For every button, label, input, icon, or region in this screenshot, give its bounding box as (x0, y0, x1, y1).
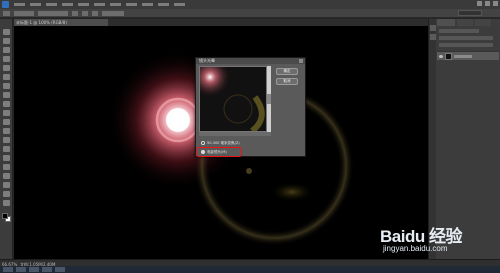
option-control[interactable] (72, 10, 78, 16)
menu-item[interactable] (174, 3, 185, 6)
blend-mode-row[interactable] (439, 36, 493, 40)
close-icon[interactable] (299, 59, 303, 63)
dodge-tool-icon[interactable] (3, 146, 10, 152)
menu-item[interactable] (142, 3, 153, 6)
menu-item[interactable] (126, 3, 137, 6)
eye-icon[interactable] (439, 54, 443, 58)
layer-thumbnail (445, 52, 452, 60)
blur-tool-icon[interactable] (3, 137, 10, 143)
move-tool-icon[interactable] (3, 29, 10, 35)
option-control[interactable] (92, 10, 98, 16)
shape-tool-icon[interactable] (3, 182, 10, 188)
cancel-button[interactable]: 取消 (276, 78, 298, 85)
taskbar-item[interactable] (29, 267, 39, 272)
options-bar (0, 9, 500, 18)
dialog-titlebar[interactable]: 镜头光晕 (196, 58, 305, 64)
zoom-tool-icon[interactable] (3, 200, 10, 206)
marquee-tool-icon[interactable] (3, 38, 10, 44)
quick-select-tool-icon[interactable] (3, 56, 10, 62)
radio-button[interactable] (201, 141, 205, 145)
hand-tool-icon[interactable] (3, 191, 10, 197)
menu-item[interactable] (94, 3, 105, 6)
document-tab-strip: 未标题-1 @ 100% (RGB/8) (14, 19, 428, 26)
eyedropper-tool-icon[interactable] (3, 74, 10, 80)
taskbar-item[interactable] (42, 267, 52, 272)
brush-tool-icon[interactable] (3, 92, 10, 98)
lasso-tool-icon[interactable] (3, 47, 10, 53)
path-select-tool-icon[interactable] (3, 173, 10, 179)
menu-item[interactable] (110, 3, 121, 6)
maximize-icon[interactable] (485, 1, 490, 6)
layer-row[interactable] (437, 51, 499, 60)
taskbar-item[interactable] (3, 267, 13, 272)
minimize-icon[interactable] (477, 1, 482, 6)
scrollbar-thumb[interactable] (267, 94, 271, 104)
option-control[interactable] (102, 10, 124, 16)
document-tab-label: 未标题-1 @ 100% (RGB/8) (16, 19, 67, 25)
option-control[interactable] (38, 10, 68, 16)
menu-item[interactable] (62, 3, 73, 6)
layer-name (454, 54, 472, 58)
lens-flare-dialog: 镜头光晕 确定 取消 50-300 毫米变焦(Z) 电影镜头(M) (195, 57, 306, 157)
menu-item[interactable] (78, 3, 89, 6)
menu-bar (0, 0, 500, 9)
type-tool-icon[interactable] (3, 164, 10, 170)
ok-button[interactable]: 确定 (276, 68, 298, 75)
photoshop-logo-icon (2, 1, 9, 8)
preview-image (200, 67, 265, 131)
taskbar-item[interactable] (55, 267, 65, 272)
dialog-title: 镜头光晕 (199, 58, 215, 63)
lock-row[interactable] (439, 43, 493, 47)
panel-tab-channels[interactable] (457, 19, 473, 26)
cancel-button-label: 取消 (283, 79, 291, 83)
flare-preview[interactable] (199, 66, 267, 132)
gradient-tool-icon[interactable] (3, 128, 10, 134)
panel-tab-layers[interactable] (437, 19, 455, 26)
photoshop-window: 未标题-1 @ 100% (RGB/8) 66.67% 文档:1.05M/2.4… (0, 0, 500, 273)
watermark: Baidu 经验 jingyan.baidu.com (380, 222, 492, 260)
menu-item[interactable] (158, 3, 169, 6)
crop-tool-icon[interactable] (3, 65, 10, 71)
taskbar (0, 266, 500, 273)
menu-item[interactable] (14, 3, 25, 6)
annotation-highlight-box (196, 147, 242, 157)
tools-panel (0, 19, 13, 259)
panel-tab-paths[interactable] (475, 19, 491, 26)
eraser-tool-icon[interactable] (3, 119, 10, 125)
history-brush-tool-icon[interactable] (3, 110, 10, 116)
document-tab[interactable]: 未标题-1 @ 100% (RGB/8) (14, 19, 108, 26)
stamp-tool-icon[interactable] (3, 101, 10, 107)
menu-item[interactable] (46, 3, 57, 6)
healing-tool-icon[interactable] (3, 83, 10, 89)
tool-preset-icon[interactable] (3, 10, 10, 16)
pen-tool-icon[interactable] (3, 155, 10, 161)
preview-vertical-scrollbar[interactable] (267, 66, 271, 132)
option-label: 50-300 毫米变焦(Z) (207, 140, 240, 145)
workspace-select[interactable] (458, 10, 482, 16)
ok-button-label: 确定 (283, 69, 291, 73)
lens-type-option-zoom[interactable]: 50-300 毫米变焦(Z) (201, 140, 240, 146)
window-controls (477, 1, 498, 6)
foreground-color-swatch[interactable] (2, 213, 8, 219)
watermark-url: jingyan.baidu.com (383, 244, 448, 253)
layer-filter-row[interactable] (439, 29, 479, 33)
brightness-slider[interactable] (199, 132, 271, 136)
option-control[interactable] (82, 10, 88, 16)
taskbar-item[interactable] (16, 267, 26, 272)
close-icon[interactable] (493, 1, 498, 6)
option-control[interactable] (14, 10, 34, 16)
menu-item[interactable] (30, 3, 41, 6)
